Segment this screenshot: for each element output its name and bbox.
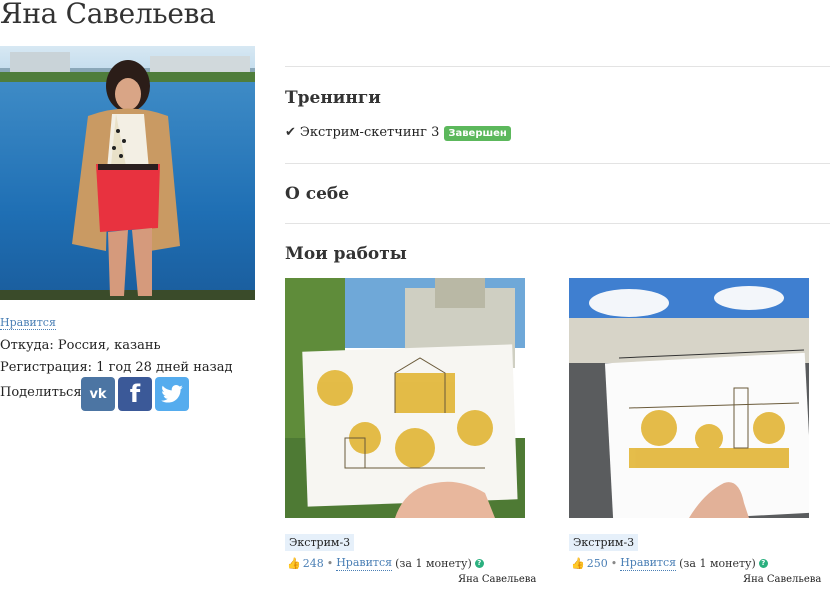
like-count: 250 (586, 556, 608, 570)
work-tag[interactable]: Экстрим-3 (569, 534, 639, 551)
profile-photo (0, 46, 255, 300)
works-title: Мои работы (285, 244, 407, 264)
facebook-icon: f (129, 380, 141, 408)
divider (285, 66, 830, 67)
about-title: О себе (285, 184, 350, 204)
profile-location: Откуда: Россия, казань (0, 338, 161, 353)
check-icon: ✔ (285, 125, 296, 140)
twitter-share-button[interactable] (155, 377, 189, 411)
vk-icon: vk (89, 386, 107, 402)
vk-share-button[interactable]: vk (81, 377, 115, 411)
like-link[interactable]: Нравится (620, 556, 677, 571)
work-image[interactable] (569, 278, 809, 518)
divider (285, 163, 830, 164)
divider (285, 223, 830, 224)
like-count: 248 (302, 556, 324, 570)
help-icon[interactable]: ? (758, 559, 768, 568)
share-label: Поделиться (0, 385, 82, 400)
training-name[interactable]: Экстрим-скетчинг 3 (300, 124, 439, 142)
like-link[interactable]: Нравится (336, 556, 393, 571)
profile-name: Яна Савельева (0, 0, 216, 30)
profile-like-link[interactable]: Нравится (0, 316, 56, 330)
work-tag[interactable]: Экстрим-3 (285, 534, 355, 551)
profile-registered: Регистрация: 1 год 28 дней назад (0, 360, 233, 375)
work-image[interactable] (285, 278, 525, 518)
thumbs-up-icon: 👍 (571, 556, 585, 570)
help-icon[interactable]: ? (474, 559, 484, 568)
work-stats: 👍 248 • Нравится (за 1 монету) ? (287, 556, 484, 571)
status-badge: Завершен (444, 125, 511, 141)
thumbs-up-icon: 👍 (287, 556, 301, 570)
facebook-share-button[interactable]: f (118, 377, 152, 411)
work-author[interactable]: Яна Савельева (458, 573, 536, 586)
trainings-title: Тренинги (285, 88, 381, 108)
like-cost: (за 1 монету) (395, 556, 472, 570)
twitter-icon (161, 385, 183, 403)
work-stats: 👍 250 • Нравится (за 1 монету) ? (571, 556, 768, 571)
like-cost: (за 1 монету) (679, 556, 756, 570)
separator: • (326, 556, 334, 570)
training-item: ✔ Экстрим-скетчинг 3 Завершен (285, 124, 511, 142)
work-author[interactable]: Яна Савельева (743, 573, 821, 586)
separator: • (610, 556, 618, 570)
